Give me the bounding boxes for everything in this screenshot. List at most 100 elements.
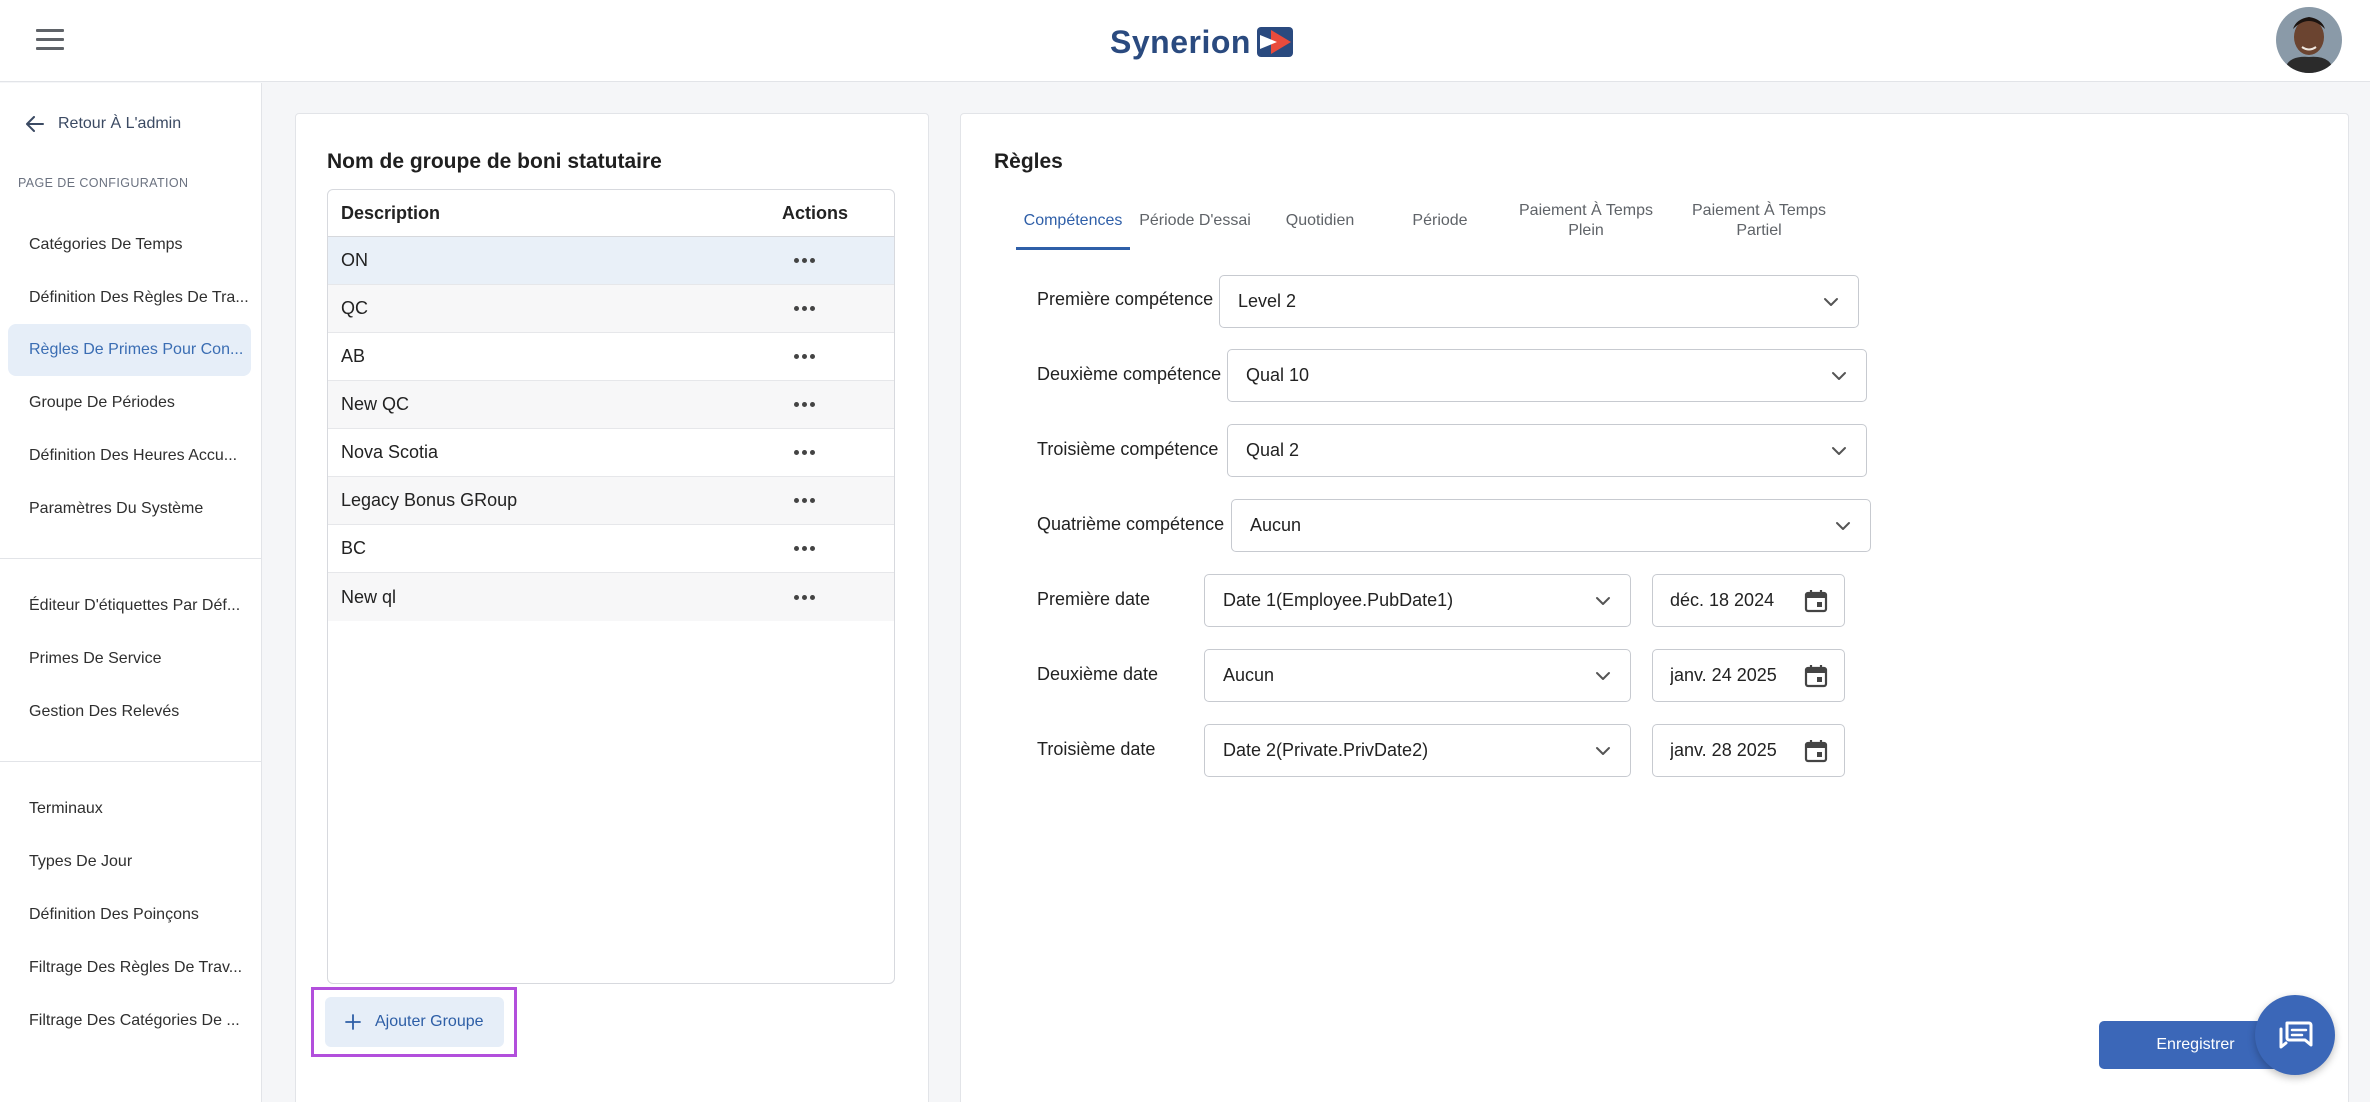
sidebar-item-work-rules-filter[interactable]: Filtrage Des Règles De Trav... [8,942,251,994]
back-to-admin-link[interactable]: Retour À L'admin [26,115,181,133]
table-row[interactable]: ON [328,237,894,285]
sidebar-item-terminals[interactable]: Terminaux [8,783,251,835]
tab-trial-period[interactable]: Période D'essai [1133,194,1257,248]
tab-period[interactable]: Période [1380,194,1500,248]
first-date-input[interactable]: déc. 18 2024 [1652,574,1845,627]
third-date-select[interactable]: Date 2(Private.PrivDate2) [1204,724,1631,777]
sidebar-item-day-types[interactable]: Types De Jour [8,836,251,888]
first-competence-select[interactable]: Level 2 [1219,275,1859,328]
select-value: Qual 10 [1246,365,1310,385]
date-value: janv. 28 2025 [1670,740,1777,760]
sidebar-item-punch-definitions[interactable]: Définition Des Poinçons [8,889,251,941]
row-description: New QC [341,394,410,414]
second-date-label: Deuxième date [1037,664,1159,684]
more-horizontal-icon [794,594,815,600]
sidebar-divider [0,558,262,559]
sidebar-item-bonus-rules[interactable]: Règles De Primes Pour Con... [8,324,251,376]
select-value: Aucun [1223,665,1275,685]
more-horizontal-icon [794,354,815,359]
row-actions-button[interactable] [768,450,894,455]
calendar-icon[interactable] [1803,738,1829,764]
third-date-label: Troisième date [1037,739,1156,759]
table-row[interactable]: Legacy Bonus GRoup [328,477,894,525]
tab-full-time-pay[interactable]: Paiement À Temps Plein [1507,194,1665,248]
table-body: ON QC AB New QC Nova Scotia Legacy Bonus… [328,237,894,621]
third-competence-label: Troisième compétence [1037,439,1219,459]
row-actions-button[interactable] [768,402,894,407]
chevron-down-icon [1836,522,1850,530]
more-horizontal-icon [794,258,815,263]
second-competence-select[interactable]: Qual 10 [1227,349,1867,402]
first-competence-label: Première compétence [1037,289,1214,309]
calendar-icon[interactable] [1803,588,1829,614]
first-date-select[interactable]: Date 1(Employee.PubDate1) [1204,574,1631,627]
sidebar-item-label-editor[interactable]: Éditeur D'étiquettes Par Déf... [8,580,251,632]
avatar[interactable] [2276,7,2342,73]
plus-icon [345,1014,361,1030]
sidebar-item-service-bonuses[interactable]: Primes De Service [8,633,251,685]
date-value: déc. 18 2024 [1670,590,1775,610]
more-horizontal-icon [794,402,815,407]
more-horizontal-icon [794,546,815,551]
fourth-competence-label: Quatrième compétence [1037,514,1225,534]
table-row[interactable]: Nova Scotia [328,429,894,477]
select-value: Date 1(Employee.PubDate1) [1223,590,1454,610]
more-horizontal-icon [794,306,815,311]
add-group-highlight: Ajouter Groupe [311,987,517,1057]
select-value: Level 2 [1238,291,1297,311]
row-actions-button[interactable] [768,258,894,263]
chevron-down-icon [1596,672,1610,680]
sidebar-item-time-categories[interactable]: Catégories De Temps [8,219,251,271]
menu-icon[interactable] [34,27,68,53]
second-date-select[interactable]: Aucun [1204,649,1631,702]
table-row[interactable]: AB [328,333,894,381]
row-actions-button[interactable] [768,594,894,600]
add-group-button[interactable]: Ajouter Groupe [325,997,504,1047]
row-description: Nova Scotia [341,442,439,462]
tab-part-time-pay[interactable]: Paiement À Temps Partiel [1682,194,1836,248]
top-bar: Synerion [0,0,2370,82]
add-group-label: Ajouter Groupe [375,1013,484,1030]
third-date-input[interactable]: janv. 28 2025 [1652,724,1845,777]
tab-daily[interactable]: Quotidien [1262,194,1378,248]
second-date-input[interactable]: janv. 24 2025 [1652,649,1845,702]
save-button-label: Enregistrer [2156,1036,2235,1053]
rules-panel: Règles Compétences Période D'essai Quoti… [960,113,2349,1102]
table-row[interactable]: New QC [328,381,894,429]
chat-button[interactable] [2255,995,2335,1075]
second-competence-label: Deuxième compétence [1037,364,1222,384]
brand-logo: Synerion [1110,20,1293,64]
fourth-competence-select[interactable]: Aucun [1231,499,1871,552]
row-actions-button[interactable] [768,306,894,311]
brand-name: Synerion [1110,23,1251,60]
sidebar-item-accumulated-hours[interactable]: Définition Des Heures Accu... [8,430,251,482]
sidebar-item-statements[interactable]: Gestion Des Relevés [8,686,251,738]
calendar-icon[interactable] [1803,663,1829,689]
table-row[interactable]: QC [328,285,894,333]
chevron-down-icon [1832,447,1846,455]
row-actions-button[interactable] [768,498,894,503]
table-header: Description Actions [328,190,894,237]
table-row[interactable]: BC [328,525,894,573]
row-actions-button[interactable] [768,354,894,359]
tab-competences[interactable]: Compétences [1016,194,1130,250]
sidebar: Retour À L'admin PAGE DE CONFIGURATION C… [0,83,262,1102]
date-value: janv. 24 2025 [1670,665,1777,685]
sidebar-item-system-parameters[interactable]: Paramètres Du Système [8,483,251,535]
row-description: QC [341,298,368,318]
row-description: New ql [341,586,397,607]
select-value: Qual 2 [1246,440,1300,460]
sidebar-item-work-rules-definition[interactable]: Définition Des Règles De Tra... [8,272,251,324]
table-row[interactable]: New ql [328,573,894,621]
sidebar-item-period-group[interactable]: Groupe De Périodes [8,377,251,429]
chevron-down-icon [1596,747,1610,755]
row-actions-button[interactable] [768,546,894,551]
third-competence-select[interactable]: Qual 2 [1227,424,1867,477]
sidebar-item-categories-filter[interactable]: Filtrage Des Catégories De ... [8,995,251,1047]
column-header-description: Description [341,202,441,223]
row-description: BC [341,538,367,558]
section-label: PAGE DE CONFIGURATION [18,176,189,190]
groups-panel: Nom de groupe de boni statutaire Descrip… [295,113,929,1102]
more-horizontal-icon [794,450,815,455]
sidebar-divider [0,761,262,762]
